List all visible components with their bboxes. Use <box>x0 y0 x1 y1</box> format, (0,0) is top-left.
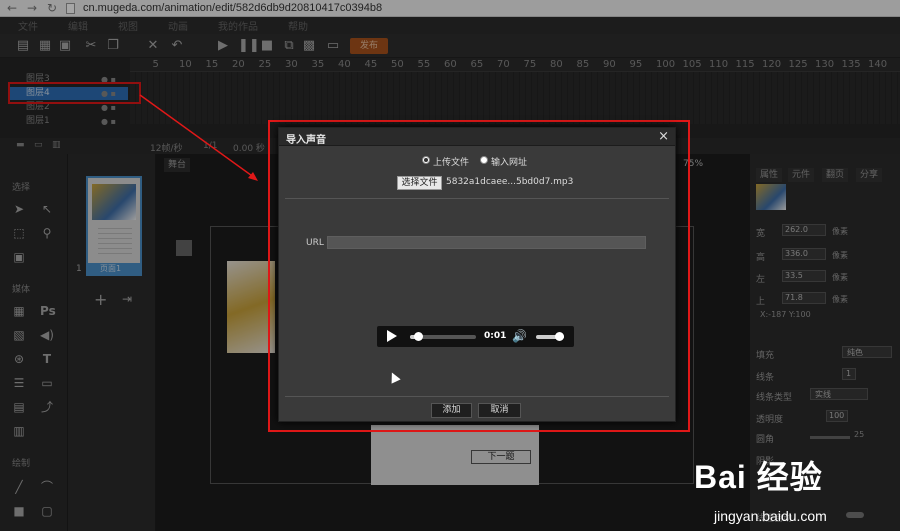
radio-url-label: 输入网址 <box>491 158 528 168</box>
import-sound-dialog: 导入声音 × 上传文件 输入网址 选择文件 5832a1dcaee...5bd0… <box>278 127 676 422</box>
url-label: URL <box>306 238 324 248</box>
seek-knob[interactable] <box>413 332 423 341</box>
mouse-cursor <box>387 370 401 384</box>
volume-knob[interactable] <box>555 332 564 341</box>
file-name: 5832a1dcaee...5bd0d7.mp3 <box>446 177 574 187</box>
radio-upload-label: 上传文件 <box>433 158 470 168</box>
divider <box>285 198 669 199</box>
audio-time: 0:01 <box>484 331 507 341</box>
divider <box>285 396 669 397</box>
dialog-titlebar: 导入声音 × <box>279 128 675 146</box>
watermark-url: jingyan.baidu.com <box>714 508 827 524</box>
dialog-title: 导入声音 <box>286 135 326 146</box>
add-button[interactable]: 添加 <box>431 403 472 418</box>
volume-icon[interactable]: 🔊 <box>512 329 527 343</box>
radio-upload[interactable] <box>422 156 430 164</box>
cancel-button[interactable]: 取消 <box>478 403 521 418</box>
watermark-logo: Bai 经验 <box>694 459 823 495</box>
seek-bar[interactable] <box>410 332 476 341</box>
baidu-watermark: Bai 经验 jingyan.baidu.com <box>694 452 894 528</box>
url-input[interactable] <box>327 236 646 249</box>
radio-url[interactable] <box>480 156 488 164</box>
audio-player: 0:01 🔊 <box>377 326 574 347</box>
choose-file-button[interactable]: 选择文件 <box>397 176 442 190</box>
play-icon[interactable] <box>387 330 397 342</box>
close-icon[interactable]: × <box>658 129 669 144</box>
